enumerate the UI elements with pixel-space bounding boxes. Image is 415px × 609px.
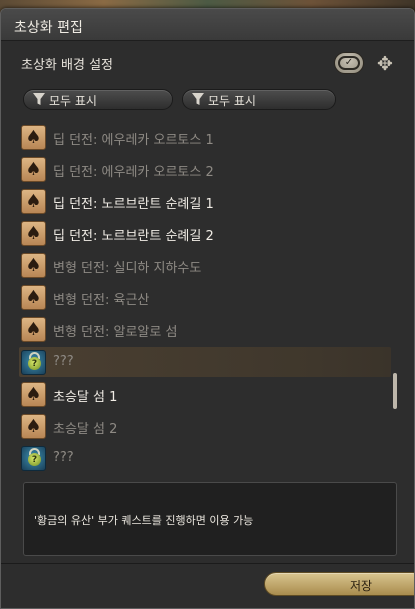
save-button-label: 저장 (350, 579, 373, 593)
spade-card-icon: ♠ (21, 382, 46, 407)
spade-card-icon: ♠ (21, 189, 46, 214)
list-item-label: 딥 던전: 노르브란트 순례길 1 (53, 197, 214, 212)
description-box: '황금의 유산' 부가 퀘스트를 진행하면 이용 가능 (23, 482, 397, 556)
portrait-edit-window: 초상화 편집 초상화 배경 설정 ✓ ✥ 모두 표시 모두 표시 ♠ 딥 던전:… (0, 8, 415, 609)
filter-dropdown-1[interactable]: 모두 표시 (23, 89, 173, 110)
footer-divider (1, 563, 414, 564)
spade-card-icon: ♠ (21, 414, 46, 439)
list-item-label: 초승달 섬 2 (53, 422, 118, 437)
list-item-label: 변형 던전: 실디하 지하수도 (53, 261, 202, 276)
check-icon[interactable]: ✓ (334, 52, 364, 74)
settings-icon[interactable]: ✥ (372, 53, 398, 75)
list-item-label: ??? (53, 354, 74, 369)
spade-card-icon: ♠ (21, 253, 46, 278)
filter-label: 모두 표시 (49, 94, 97, 108)
list-item[interactable]: ♠ 딥 던전: 노르브란트 순례길 1 (19, 186, 391, 216)
spade-card-icon: ♠ (21, 285, 46, 310)
list-item-label: 딥 던전: 노르브란트 순례길 2 (53, 229, 214, 244)
list-item[interactable]: ♠ 초승달 섬 2 (19, 411, 391, 441)
section-title: 초상화 배경 설정 (21, 58, 113, 73)
save-button[interactable]: 저장 (264, 572, 414, 596)
list-item[interactable]: ♠ 딥 던전: 에우레카 오르토스 2 (19, 154, 391, 184)
list-item[interactable]: ♠ 딥 던전: 에우레카 오르토스 1 (19, 122, 391, 152)
list-item-label: 변형 던전: 육근산 (53, 293, 150, 308)
spade-card-icon: ♠ (21, 221, 46, 246)
filter-dropdown-2[interactable]: 모두 표시 (182, 89, 336, 110)
list-item-label: 딥 던전: 에우레카 오르토스 2 (53, 165, 214, 180)
list-item[interactable]: ? ??? (19, 443, 391, 473)
list-item[interactable]: ♠ 변형 던전: 육근산 (19, 282, 391, 312)
list-item-label: 초승달 섬 1 (53, 390, 118, 405)
list-item-label: 딥 던전: 에우레카 오르토스 1 (53, 133, 214, 148)
list-item-selected[interactable]: ? ??? (19, 347, 391, 377)
description-text: '황금의 유산' 부가 퀘스트를 진행하면 이용 가능 (34, 514, 254, 527)
list-item[interactable]: ♠ 딥 던전: 노르브란트 순례길 2 (19, 218, 391, 248)
list-item-label: ??? (53, 450, 74, 465)
background-list: ♠ 딥 던전: 에우레카 오르토스 1 ♠ 딥 던전: 에우레카 오르토스 2 … (19, 122, 394, 474)
unknown-item-icon: ? (21, 350, 46, 375)
spade-card-icon: ♠ (21, 125, 46, 150)
list-item[interactable]: ♠ 변형 던전: 실디하 지하수도 (19, 250, 391, 280)
list-scrollbar[interactable] (393, 373, 397, 409)
window-title: 초상화 편집 (14, 20, 83, 36)
unknown-item-icon: ? (21, 446, 46, 471)
filter-icon (192, 93, 204, 105)
list-item[interactable]: ♠ 초승달 섬 1 (19, 379, 391, 409)
filter-icon (33, 93, 45, 105)
spade-card-icon: ♠ (21, 157, 46, 182)
list-item[interactable]: ♠ 변형 던전: 알로알로 섬 (19, 314, 391, 344)
window-titlebar[interactable]: 초상화 편집 (1, 9, 414, 41)
filter-label: 모두 표시 (208, 94, 256, 108)
spade-card-icon: ♠ (21, 317, 46, 342)
list-item-label: 변형 던전: 알로알로 섬 (53, 325, 178, 340)
